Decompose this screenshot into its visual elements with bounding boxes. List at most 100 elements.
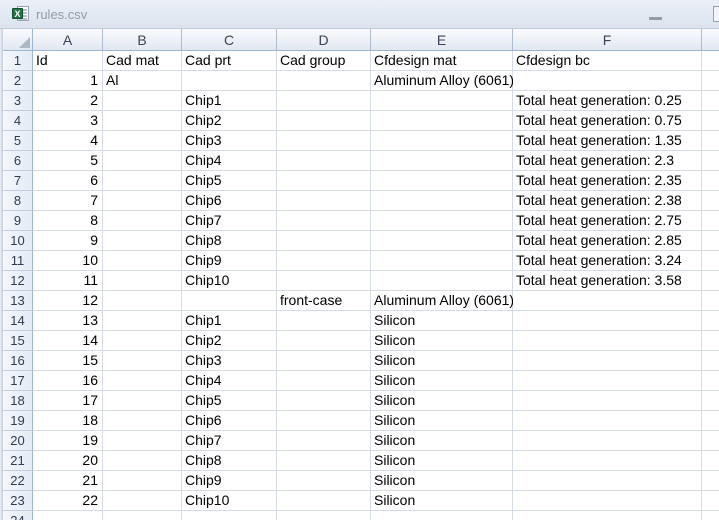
cell-G2[interactable] (702, 71, 719, 91)
cell-D19[interactable] (277, 411, 371, 431)
cell-E8[interactable] (371, 191, 513, 211)
select-all-corner[interactable] (3, 29, 33, 51)
cell-D8[interactable] (277, 191, 371, 211)
row-header-16[interactable]: 16 (3, 351, 33, 371)
cell-A18[interactable]: 17 (33, 391, 103, 411)
cell-F19[interactable] (513, 411, 702, 431)
cell-D4[interactable] (277, 111, 371, 131)
cell-D18[interactable] (277, 391, 371, 411)
row-header-3[interactable]: 3 (3, 91, 33, 111)
cell-E19[interactable]: Silicon (371, 411, 513, 431)
cell-A24[interactable] (33, 511, 103, 520)
cell-A1[interactable]: Id (33, 51, 103, 71)
cell-G22[interactable] (702, 471, 719, 491)
cell-G13[interactable] (702, 291, 719, 311)
excel-workbook-icon[interactable]: X (12, 6, 30, 22)
cell-C11[interactable]: Chip9 (182, 251, 277, 271)
cell-B23[interactable] (103, 491, 182, 511)
cell-A5[interactable]: 4 (33, 131, 103, 151)
row-header-15[interactable]: 15 (3, 331, 33, 351)
cell-B15[interactable] (103, 331, 182, 351)
cell-C10[interactable]: Chip8 (182, 231, 277, 251)
cell-G19[interactable] (702, 411, 719, 431)
cell-F14[interactable] (513, 311, 702, 331)
column-header-B[interactable]: B (103, 29, 182, 51)
row-header-23[interactable]: 23 (3, 491, 33, 511)
cell-A6[interactable]: 5 (33, 151, 103, 171)
row-header-6[interactable]: 6 (3, 151, 33, 171)
cell-D20[interactable] (277, 431, 371, 451)
cell-F4[interactable]: Total heat generation: 0.75 (513, 111, 702, 131)
cell-A4[interactable]: 3 (33, 111, 103, 131)
cell-C18[interactable]: Chip5 (182, 391, 277, 411)
cell-A23[interactable]: 22 (33, 491, 103, 511)
row-header-12[interactable]: 12 (3, 271, 33, 291)
cell-D14[interactable] (277, 311, 371, 331)
cell-B22[interactable] (103, 471, 182, 491)
window-titlebar[interactable]: X rules.csv (0, 0, 719, 29)
column-header-A[interactable]: A (33, 29, 103, 51)
cell-G9[interactable] (702, 211, 719, 231)
cell-D21[interactable] (277, 451, 371, 471)
cell-D12[interactable] (277, 271, 371, 291)
cell-G15[interactable] (702, 331, 719, 351)
cell-F22[interactable] (513, 471, 702, 491)
cell-F8[interactable]: Total heat generation: 2.38 (513, 191, 702, 211)
cell-B8[interactable] (103, 191, 182, 211)
cell-C12[interactable]: Chip10 (182, 271, 277, 291)
cell-A9[interactable]: 8 (33, 211, 103, 231)
cell-E5[interactable] (371, 131, 513, 151)
cell-C19[interactable]: Chip6 (182, 411, 277, 431)
row-header-21[interactable]: 21 (3, 451, 33, 471)
cell-G16[interactable] (702, 351, 719, 371)
cell-C17[interactable]: Chip4 (182, 371, 277, 391)
cell-B7[interactable] (103, 171, 182, 191)
cell-D7[interactable] (277, 171, 371, 191)
cell-B1[interactable]: Cad mat (103, 51, 182, 71)
cell-D6[interactable] (277, 151, 371, 171)
cell-D24[interactable] (277, 511, 371, 520)
row-header-7[interactable]: 7 (3, 171, 33, 191)
cell-C14[interactable]: Chip1 (182, 311, 277, 331)
cell-D3[interactable] (277, 91, 371, 111)
cell-E16[interactable]: Silicon (371, 351, 513, 371)
cell-D9[interactable] (277, 211, 371, 231)
cell-B13[interactable] (103, 291, 182, 311)
cell-E23[interactable]: Silicon (371, 491, 513, 511)
column-header-D[interactable]: D (277, 29, 371, 51)
cell-B12[interactable] (103, 271, 182, 291)
cell-D16[interactable] (277, 351, 371, 371)
cell-G21[interactable] (702, 451, 719, 471)
row-header-9[interactable]: 9 (3, 211, 33, 231)
cell-E17[interactable]: Silicon (371, 371, 513, 391)
cell-D23[interactable] (277, 491, 371, 511)
cell-A12[interactable]: 11 (33, 271, 103, 291)
row-header-14[interactable]: 14 (3, 311, 33, 331)
cell-G7[interactable] (702, 171, 719, 191)
row-header-2[interactable]: 2 (3, 71, 33, 91)
cell-F21[interactable] (513, 451, 702, 471)
cell-G3[interactable] (702, 91, 719, 111)
cell-A11[interactable]: 10 (33, 251, 103, 271)
cell-B19[interactable] (103, 411, 182, 431)
cell-F18[interactable] (513, 391, 702, 411)
cell-D22[interactable] (277, 471, 371, 491)
cell-E22[interactable]: Silicon (371, 471, 513, 491)
cell-F24[interactable] (513, 511, 702, 520)
cell-F6[interactable]: Total heat generation: 2.3 (513, 151, 702, 171)
cell-B5[interactable] (103, 131, 182, 151)
cell-C1[interactable]: Cad prt (182, 51, 277, 71)
cell-G24[interactable] (702, 511, 719, 520)
row-header-19[interactable]: 19 (3, 411, 33, 431)
cell-B18[interactable] (103, 391, 182, 411)
cell-A20[interactable]: 19 (33, 431, 103, 451)
row-header-18[interactable]: 18 (3, 391, 33, 411)
cell-C20[interactable]: Chip7 (182, 431, 277, 451)
cell-B4[interactable] (103, 111, 182, 131)
cell-F12[interactable]: Total heat generation: 3.58 (513, 271, 702, 291)
cell-D2[interactable] (277, 71, 371, 91)
cell-C5[interactable]: Chip3 (182, 131, 277, 151)
cell-E20[interactable]: Silicon (371, 431, 513, 451)
cell-C24[interactable] (182, 511, 277, 520)
row-header-17[interactable]: 17 (3, 371, 33, 391)
